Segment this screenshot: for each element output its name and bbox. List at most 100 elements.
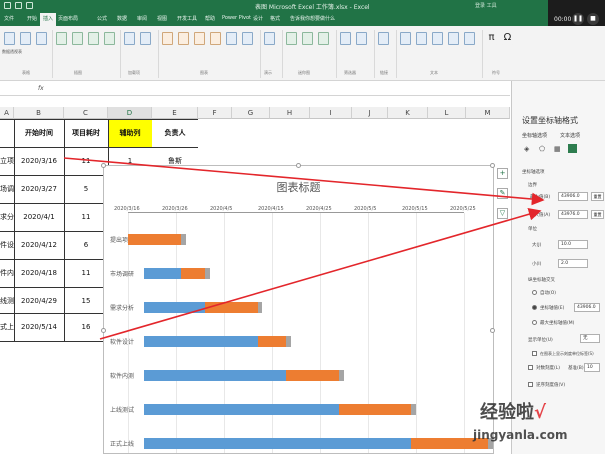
column-chart-icon[interactable] (178, 32, 189, 45)
category-label[interactable]: 需求分析 (110, 303, 134, 312)
axis-tick-label[interactable]: 2020/3/26 (162, 206, 188, 212)
cell-start[interactable]: 2020/4/12 (14, 231, 64, 259)
size-icon[interactable]: ▦ (554, 145, 561, 153)
cell-duration[interactable]: 6 (64, 231, 108, 259)
textbox-icon[interactable] (400, 32, 411, 45)
pivot-table-icon[interactable] (4, 32, 15, 45)
bar-start[interactable] (144, 438, 412, 449)
resize-handle[interactable] (296, 163, 301, 168)
bar-start[interactable] (144, 370, 287, 381)
column-header-g[interactable]: G (232, 107, 270, 119)
bar-helper[interactable] (411, 404, 416, 415)
fill-icon[interactable]: ◈ (524, 145, 529, 153)
maps-icon[interactable] (226, 32, 237, 45)
cross-value-input[interactable]: 43906.0 (574, 303, 600, 312)
cell-start[interactable]: 2020/3/16 (14, 147, 64, 175)
cell-start[interactable]: 2020/5/14 (14, 313, 64, 341)
column-header-d[interactable]: D (108, 107, 152, 119)
pivot-chart-icon[interactable] (242, 32, 253, 45)
tab-text-options[interactable]: 文本选项 (560, 132, 580, 139)
cell-duration[interactable]: 11 (64, 203, 108, 231)
category-label[interactable]: 软件设计 (110, 337, 134, 346)
recommended-charts-icon[interactable] (162, 32, 173, 45)
table-icon[interactable] (36, 32, 47, 45)
display-units-select[interactable]: 无 (580, 334, 600, 343)
chart-filters-button[interactable]: ▽ (497, 208, 508, 219)
reset-max-button[interactable]: 重置 (591, 210, 604, 219)
axis-tick-label[interactable]: 2020/5/25 (450, 206, 476, 212)
tab-review[interactable]: 审阅 (137, 15, 147, 22)
cell-task[interactable]: 件设计 (0, 231, 14, 259)
cell-duration[interactable]: 16 (64, 313, 108, 341)
max-bound-input[interactable]: 43976.0 (558, 210, 588, 219)
stop-icon[interactable]: ■ (587, 13, 599, 25)
undo-icon[interactable] (15, 2, 22, 9)
bar-duration[interactable] (257, 336, 287, 347)
gantt-chart[interactable]: 图表标题 2020/3/16 2020/3/26 2020/4/5 2020/4/15… (101, 163, 495, 454)
header-helper-column[interactable]: 辅助列 (108, 119, 152, 147)
bar-start[interactable] (144, 302, 205, 313)
category-label[interactable]: 软件内测 (110, 371, 134, 380)
bar-start[interactable] (144, 404, 340, 415)
icons-icon[interactable] (88, 32, 99, 45)
chart-elements-button[interactable]: + (497, 168, 508, 179)
bar-duration[interactable] (204, 302, 258, 313)
min-bound-input[interactable]: 43906.0 (558, 192, 588, 201)
cell-duration[interactable]: 11 (64, 147, 108, 175)
resize-handle[interactable] (101, 163, 106, 168)
link-icon[interactable] (378, 32, 389, 45)
reverse-order-checkbox[interactable] (528, 382, 533, 387)
bar-start[interactable] (144, 268, 181, 279)
tab-formulas[interactable]: 公式 (97, 15, 107, 22)
cross-value-radio[interactable] (532, 305, 537, 310)
header-owner[interactable]: 负责人 (152, 119, 198, 147)
resize-handle[interactable] (490, 163, 495, 168)
effects-icon[interactable]: ⬠ (539, 145, 545, 153)
get-addins-icon[interactable] (124, 32, 135, 45)
column-header-k[interactable]: K (388, 107, 428, 119)
line-chart-icon[interactable] (194, 32, 205, 45)
chart-title[interactable]: 图表标题 (104, 179, 493, 195)
bar-helper[interactable] (204, 268, 210, 279)
tell-me-search[interactable]: 告诉我你想要做什么 (290, 15, 335, 22)
resize-handle[interactable] (101, 328, 106, 333)
axis-tick-label[interactable]: 2020/4/5 (210, 206, 232, 212)
header-start-time[interactable]: 开始时间 (14, 119, 64, 147)
chart-styles-button[interactable]: ✎ (497, 188, 508, 199)
recommended-pivot-icon[interactable] (20, 32, 31, 45)
bar-duration[interactable] (339, 404, 412, 415)
header-footer-icon[interactable] (416, 32, 427, 45)
category-label[interactable]: 上线测试 (110, 405, 134, 414)
bar-helper[interactable] (180, 234, 186, 245)
cell-start[interactable]: 2020/4/18 (14, 259, 64, 287)
axis-tick-label[interactable]: 2020/4/15 (258, 206, 284, 212)
horizontal-axis[interactable] (128, 212, 464, 213)
timeline-icon[interactable] (356, 32, 367, 45)
reset-min-button[interactable]: 重置 (591, 192, 604, 201)
cell-start[interactable]: 2020/4/29 (14, 287, 64, 315)
formula-bar[interactable]: fx (0, 81, 510, 96)
redo-icon[interactable] (26, 2, 33, 9)
tab-page-layout[interactable]: 页面布局 (58, 15, 78, 22)
axis-tick-label[interactable]: 2020/5/5 (354, 206, 376, 212)
pictures-icon[interactable] (56, 32, 67, 45)
minor-unit-input[interactable]: 2.0 (558, 259, 588, 268)
log-base-input[interactable]: 10 (584, 363, 600, 372)
tab-developer[interactable]: 开发工具 (177, 15, 197, 22)
column-header-h[interactable]: H (270, 107, 310, 119)
bar-duration[interactable] (180, 268, 205, 279)
column-header-b[interactable]: B (14, 107, 64, 119)
tab-format[interactable]: 格式 (270, 15, 280, 22)
cell-start[interactable]: 2020/4/1 (14, 203, 64, 231)
tab-home[interactable]: 开始 (27, 15, 37, 22)
log-scale-checkbox[interactable] (528, 365, 533, 370)
section-axis-options[interactable]: 坐标轴选项 (522, 169, 545, 175)
column-header-j[interactable]: J (352, 107, 388, 119)
tab-axis-options[interactable]: 坐标轴选项 (522, 132, 547, 139)
tab-file[interactable]: 文件 (4, 15, 14, 22)
bar-duration[interactable] (286, 370, 340, 381)
wordart-icon[interactable] (432, 32, 443, 45)
column-header-f[interactable]: F (198, 107, 232, 119)
cell-task[interactable]: 场调研 (0, 175, 14, 203)
column-header-c[interactable]: C (64, 107, 108, 119)
